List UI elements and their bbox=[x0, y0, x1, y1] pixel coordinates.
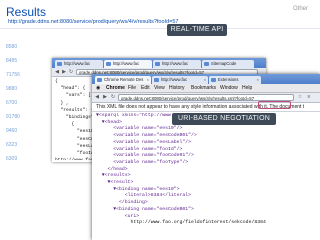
back-arrow-icon[interactable]: ◀ bbox=[54, 69, 60, 75]
menu-edit[interactable]: Edit bbox=[141, 84, 150, 92]
json-source: { "head": { "vars": [ "ws } , "results":… bbox=[55, 78, 95, 160]
page-icon bbox=[204, 62, 209, 66]
tab-4[interactable]: SitemapCode bbox=[202, 60, 254, 68]
puzzle-icon bbox=[211, 78, 216, 82]
code-line: <variable name="fooCode01"/> bbox=[96, 153, 194, 159]
notice-divider bbox=[92, 111, 320, 112]
code-line: ▼<result> bbox=[96, 180, 134, 186]
real-time-api-banner: Real-Time API bbox=[167, 24, 227, 36]
menu-bookmarks[interactable]: Bookmarks bbox=[191, 84, 216, 92]
uri-negotiation-banner: URI-based negotiation bbox=[172, 113, 276, 125]
menu-icon[interactable]: ≡ bbox=[306, 94, 312, 100]
reload-icon[interactable]: ↻ bbox=[68, 69, 74, 75]
code-line: "ees10": bbox=[55, 129, 95, 135]
side-number: 71756 bbox=[6, 72, 20, 78]
menu-file[interactable]: File bbox=[128, 84, 136, 92]
tab-2[interactable]: http://www.fac bbox=[104, 60, 152, 68]
side-number: 6700 bbox=[6, 100, 18, 106]
side-number: 91780 bbox=[6, 114, 20, 120]
menu-help[interactable]: Help bbox=[242, 84, 252, 92]
tab-chrome-remote[interactable]: Chrome Remote Des × bbox=[95, 76, 151, 84]
tab-label: http://www.fac bbox=[162, 61, 189, 66]
forward-arrow-icon[interactable]: ▶ bbox=[61, 69, 67, 75]
tab-3[interactable]: http://www.fac bbox=[153, 60, 201, 68]
tab-strip: http://www.fac http://www.fac http://www… bbox=[52, 58, 266, 68]
url-highlight bbox=[258, 101, 291, 109]
close-icon[interactable]: × bbox=[257, 76, 259, 84]
xml-browser-window: Chrome Remote Des × http://www.fac × Exten… bbox=[92, 74, 320, 240]
tab-label: SitemapCode bbox=[211, 61, 237, 66]
close-icon[interactable]: × bbox=[147, 76, 149, 84]
code-line: "results": { bbox=[55, 107, 94, 113]
code-line: "eesLab bbox=[55, 143, 95, 149]
code-line: "eesCodeB bbox=[77, 136, 95, 142]
code-line: http://www.fao.o bbox=[55, 157, 95, 160]
side-number: 8580 bbox=[6, 44, 18, 50]
code-line: { bbox=[55, 122, 75, 128]
side-number: 9460 bbox=[6, 128, 18, 134]
tab-label: http://www.fac bbox=[161, 77, 188, 82]
code-line: ▼<binding name="eesCodeB01"> bbox=[96, 206, 194, 212]
tab-label: http://www.fac bbox=[64, 61, 91, 66]
code-line: "fooId": bbox=[55, 151, 95, 157]
tab-label: Chrome Remote Des bbox=[104, 77, 144, 82]
code-line: <variable name="eesCodeB01"/> bbox=[96, 133, 197, 139]
results-divider bbox=[0, 28, 320, 29]
side-number: 6323 bbox=[6, 142, 18, 148]
results-url-link[interactable]: http://grade.ddns.net:8080/service/prod/… bbox=[8, 19, 178, 25]
page-icon bbox=[57, 62, 62, 66]
reload-icon[interactable]: ↻ bbox=[110, 94, 116, 100]
code-line: { bbox=[55, 79, 58, 84]
close-icon[interactable]: × bbox=[204, 76, 206, 84]
tab-2[interactable]: http://www.fac × bbox=[152, 76, 208, 84]
side-number: 6309 bbox=[6, 156, 18, 162]
results-title: Results bbox=[6, 5, 47, 19]
back-arrow-icon[interactable]: ◀ bbox=[94, 94, 100, 100]
code-line: <variable name="fooType"/> bbox=[96, 159, 189, 165]
tab-label: http://www.fac bbox=[113, 61, 140, 66]
menu-chrome[interactable]: Chrome bbox=[106, 84, 125, 92]
menu-view[interactable]: View bbox=[154, 84, 165, 92]
code-line: <variable name="eesLabel"/> bbox=[96, 139, 191, 145]
code-line: } , bbox=[55, 100, 69, 106]
xml-source: ▼<sparql xmlns="http://www.w3.org/2005/s… bbox=[96, 113, 318, 239]
other-link[interactable]: Other bbox=[293, 6, 308, 12]
menu-bar: ◉ Chrome File Edit View History Bookmark… bbox=[92, 84, 320, 93]
page-icon bbox=[154, 78, 159, 82]
code-line: "bindings": [ bbox=[66, 115, 95, 121]
side-number: 8485 bbox=[6, 58, 18, 64]
page-icon bbox=[155, 62, 160, 66]
page-icon bbox=[97, 78, 102, 82]
tab-label: Extensions bbox=[218, 77, 239, 82]
tab-extensions[interactable]: Extensions × bbox=[209, 76, 261, 84]
star-icon[interactable]: ☆ bbox=[297, 94, 303, 100]
tab-1[interactable]: http://www.fac bbox=[55, 60, 103, 68]
apple-icon[interactable]: ◉ bbox=[96, 84, 100, 92]
forward-arrow-icon[interactable]: ▶ bbox=[102, 94, 108, 100]
code-line: </binding> bbox=[96, 200, 148, 206]
page-icon bbox=[106, 62, 111, 66]
side-number: 9880 bbox=[6, 86, 18, 92]
menu-history[interactable]: History bbox=[169, 84, 185, 92]
code-line: http://www.fao.org/fieldofinterest/sekco… bbox=[96, 220, 266, 226]
address-bar[interactable]: grade.ddns.net:8080/service/prod/query/w… bbox=[118, 94, 294, 101]
menu-window[interactable]: Window bbox=[220, 84, 238, 92]
code-line: "head": { bbox=[55, 86, 86, 92]
code-line: "vars": [ "ws bbox=[66, 93, 95, 99]
tab-strip: Chrome Remote Des × http://www.fac × Exten… bbox=[92, 74, 320, 84]
